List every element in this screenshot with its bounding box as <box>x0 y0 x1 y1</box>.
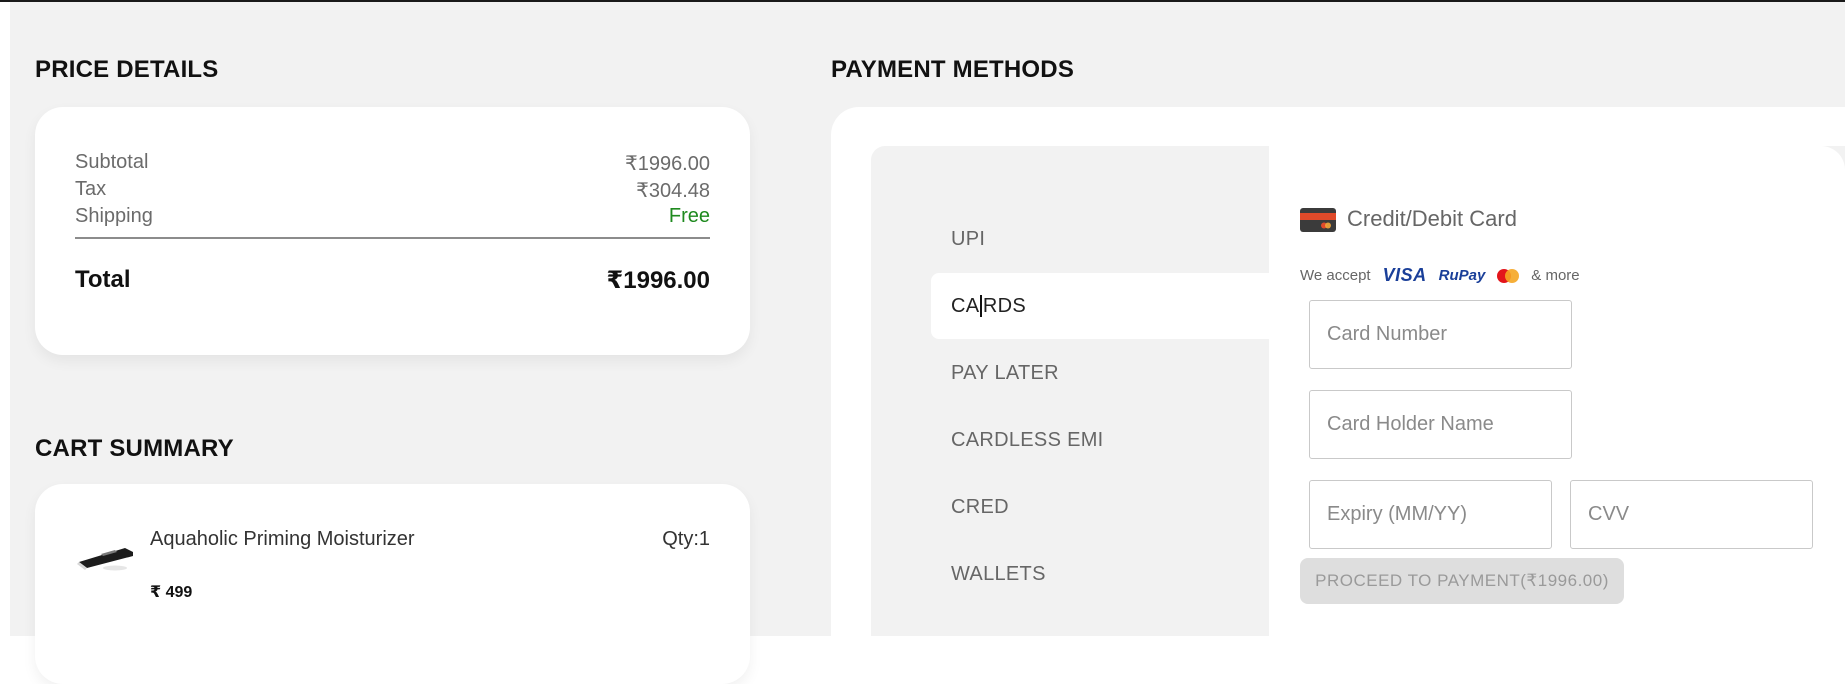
visa-logo: VISA <box>1382 265 1427 285</box>
rupay-logo: RuPay <box>1438 267 1486 284</box>
shipping-value: Free <box>668 205 710 227</box>
method-cards[interactable]: CA RDS <box>931 273 1271 339</box>
accept-label: We accept <box>1300 267 1371 284</box>
method-pay-later[interactable]: PAY LATER <box>931 340 1271 406</box>
total-row: Total ₹1996.00 <box>75 266 710 295</box>
credit-card-icon <box>1300 208 1336 232</box>
more-label: & more <box>1531 267 1580 284</box>
text-cursor <box>980 295 982 317</box>
price-divider <box>75 237 710 239</box>
expiry-input[interactable] <box>1309 480 1552 549</box>
mastercard-icon <box>1497 268 1520 283</box>
method-cards-label-start: CA <box>951 294 980 317</box>
payment-panel: UPI CA RDS PAY LATER CARDLESS EMI CRED WA… <box>831 107 1845 636</box>
method-upi[interactable]: UPI <box>931 206 1271 272</box>
total-value: ₹1996.00 <box>606 267 710 294</box>
card-payment-form: Credit/Debit Card We accept VISA RuPay &… <box>1269 146 1845 636</box>
tax-row: Tax ₹304.48 <box>75 178 710 203</box>
shipping-row: Shipping Free <box>75 205 710 228</box>
subtotal-label: Subtotal <box>75 151 149 173</box>
cvv-input[interactable] <box>1570 480 1813 549</box>
payment-methods-container: UPI CA RDS PAY LATER CARDLESS EMI CRED WA… <box>871 146 1845 636</box>
accepted-cards: We accept VISA RuPay & more <box>1300 265 1580 286</box>
method-cardless-emi[interactable]: CARDLESS EMI <box>931 407 1271 473</box>
price-details-card: Subtotal ₹1996.00 Tax ₹304.48 Shipping F… <box>35 107 750 355</box>
product-price: ₹ 499 <box>150 584 193 601</box>
method-cred[interactable]: CRED <box>931 474 1271 540</box>
product-qty: Qty:1 <box>662 528 710 550</box>
shipping-label: Shipping <box>75 205 153 227</box>
form-title: Credit/Debit Card <box>1347 206 1517 231</box>
price-details-title: PRICE DETAILS <box>35 56 219 83</box>
method-cards-label-end: RDS <box>982 294 1027 317</box>
cart-summary-card: Aquaholic Priming Moisturizer Qty:1 ₹ 49… <box>35 484 750 684</box>
subtotal-value: ₹1996.00 <box>624 153 710 175</box>
payment-methods-title: PAYMENT METHODS <box>831 56 1075 83</box>
tax-label: Tax <box>75 178 107 200</box>
product-name[interactable]: Aquaholic Priming Moisturizer <box>150 528 415 551</box>
method-wallets[interactable]: WALLETS <box>931 541 1271 607</box>
total-label: Total <box>75 266 131 293</box>
cart-summary-title: CART SUMMARY <box>35 435 234 462</box>
subtotal-row: Subtotal ₹1996.00 <box>75 151 710 176</box>
card-number-input[interactable] <box>1309 300 1572 369</box>
tax-value: ₹304.48 <box>636 180 710 202</box>
proceed-to-payment-button[interactable]: PROCEED TO PAYMENT(₹1996.00) <box>1300 558 1624 604</box>
card-holder-name-input[interactable] <box>1309 390 1572 459</box>
moisturizer-product-image <box>77 548 133 571</box>
